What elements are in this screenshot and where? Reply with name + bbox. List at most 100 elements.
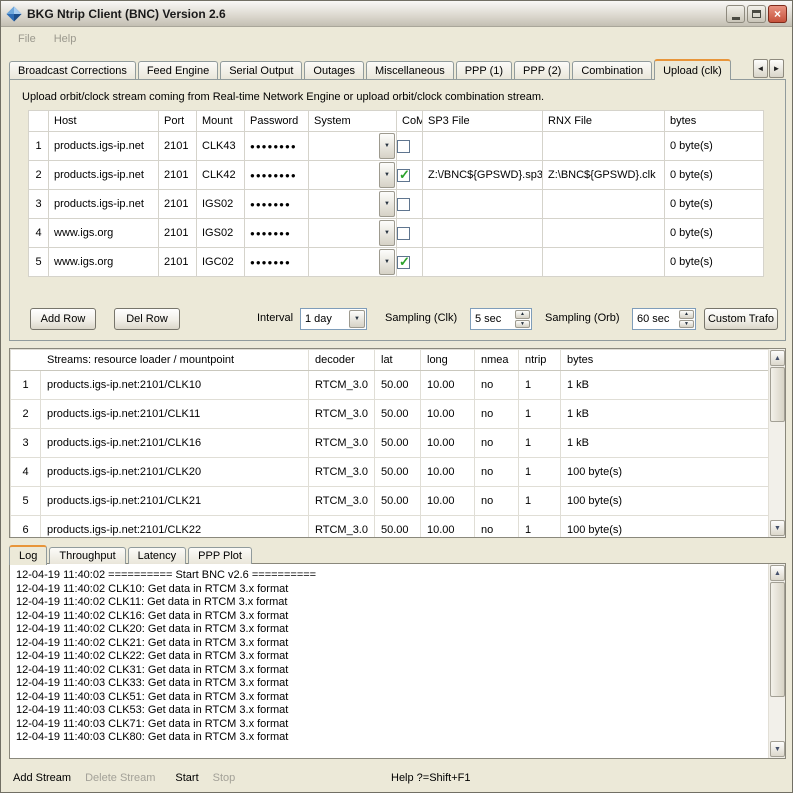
system-dropdown[interactable]: ▼: [309, 132, 396, 160]
com-checkbox[interactable]: [397, 198, 410, 211]
chevron-down-icon[interactable]: ▼: [379, 249, 395, 275]
tab-ppp-2[interactable]: PPP (2): [514, 61, 570, 79]
rnx-cell[interactable]: [543, 132, 665, 161]
stream-row[interactable]: 5 products.igs-ip.net:2101/CLK21 RTCM_3.…: [11, 487, 769, 516]
table-row[interactable]: 2 products.igs-ip.net 2101 CLK42 ●●●●●●●…: [29, 161, 764, 190]
table-row[interactable]: 4 www.igs.org 2101 IGS02 ●●●●●●● ▼ 0 byt…: [29, 219, 764, 248]
sampling-orb-value[interactable]: 60 sec: [633, 309, 678, 329]
host-cell[interactable]: products.igs-ip.net: [49, 161, 159, 190]
tab-miscellaneous[interactable]: Miscellaneous: [366, 61, 454, 79]
table-row[interactable]: 3 products.igs-ip.net 2101 IGS02 ●●●●●●●…: [29, 190, 764, 219]
tab-latency[interactable]: Latency: [128, 547, 187, 564]
password-cell[interactable]: ●●●●●●●: [245, 219, 309, 248]
system-dropdown[interactable]: ▼: [309, 161, 396, 189]
spin-up-icon[interactable]: ▲: [515, 310, 530, 319]
stream-row[interactable]: 6 products.igs-ip.net:2101/CLK22 RTCM_3.…: [11, 516, 769, 539]
sp3-cell[interactable]: Z:\/BNC${GPSWD}.sp3: [423, 161, 543, 190]
table-row[interactable]: 5 www.igs.org 2101 IGC02 ●●●●●●● ▼ 0 byt…: [29, 248, 764, 277]
mount-cell[interactable]: IGS02: [197, 219, 245, 248]
log-vertical-scrollbar[interactable]: ▲ ▼: [768, 564, 785, 758]
host-cell[interactable]: products.igs-ip.net: [49, 190, 159, 219]
scroll-thumb[interactable]: [770, 367, 785, 422]
tab-scroll-right-icon[interactable]: ►: [769, 59, 784, 78]
com-checkbox[interactable]: [397, 140, 410, 153]
password-cell[interactable]: ●●●●●●●: [245, 248, 309, 277]
tab-serial-output[interactable]: Serial Output: [220, 61, 302, 79]
com-checkbox[interactable]: [397, 256, 410, 269]
rnx-cell[interactable]: [543, 219, 665, 248]
system-dropdown[interactable]: ▼: [309, 219, 396, 247]
port-cell[interactable]: 2101: [159, 132, 197, 161]
tab-outages[interactable]: Outages: [304, 61, 364, 79]
com-checkbox[interactable]: [397, 227, 410, 240]
menu-help[interactable]: Help: [45, 31, 86, 47]
mount-cell[interactable]: IGC02: [197, 248, 245, 277]
chevron-down-icon[interactable]: ▼: [379, 191, 395, 217]
spin-down-icon[interactable]: ▼: [679, 320, 694, 329]
stream-row[interactable]: 2 products.igs-ip.net:2101/CLK11 RTCM_3.…: [11, 400, 769, 429]
tab-feed-engine[interactable]: Feed Engine: [138, 61, 218, 79]
tab-log[interactable]: Log: [9, 545, 47, 565]
sp3-cell[interactable]: [423, 132, 543, 161]
titlebar[interactable]: BKG Ntrip Client (BNC) Version 2.6 ×: [1, 1, 792, 27]
tab-broadcast-corrections[interactable]: Broadcast Corrections: [9, 61, 136, 79]
rnx-cell[interactable]: [543, 248, 665, 277]
scroll-up-icon[interactable]: ▲: [770, 350, 785, 366]
rnx-cell[interactable]: Z:\BNC${GPSWD}.clk: [543, 161, 665, 190]
minimize-button[interactable]: [726, 5, 745, 23]
stop-action[interactable]: Stop: [213, 772, 236, 784]
sampling-clk-value[interactable]: 5 sec: [471, 309, 514, 329]
host-cell[interactable]: www.igs.org: [49, 248, 159, 277]
chevron-down-icon[interactable]: ▼: [349, 310, 365, 328]
password-cell[interactable]: ●●●●●●●●: [245, 132, 309, 161]
stream-row[interactable]: 1 products.igs-ip.net:2101/CLK10 RTCM_3.…: [11, 371, 769, 400]
tab-throughput[interactable]: Throughput: [49, 547, 125, 564]
add-stream-action[interactable]: Add Stream: [13, 772, 71, 784]
tab-combination[interactable]: Combination: [572, 61, 652, 79]
custom-trafo-button[interactable]: Custom Trafo: [704, 308, 778, 330]
sp3-cell[interactable]: [423, 248, 543, 277]
tab-upload-clk[interactable]: Upload (clk): [654, 59, 731, 80]
close-button[interactable]: ×: [768, 5, 787, 23]
sampling-orb-spinner[interactable]: 60 sec ▲ ▼: [632, 308, 696, 330]
sp3-cell[interactable]: [423, 190, 543, 219]
del-row-button[interactable]: Del Row: [114, 308, 180, 330]
menu-file[interactable]: File: [9, 31, 45, 47]
chevron-down-icon[interactable]: ▼: [379, 162, 395, 188]
spin-up-icon[interactable]: ▲: [679, 310, 694, 319]
port-cell[interactable]: 2101: [159, 248, 197, 277]
mount-cell[interactable]: CLK42: [197, 161, 245, 190]
chevron-down-icon[interactable]: ▼: [379, 220, 395, 246]
port-cell[interactable]: 2101: [159, 161, 197, 190]
stream-row[interactable]: 3 products.igs-ip.net:2101/CLK16 RTCM_3.…: [11, 429, 769, 458]
sp3-cell[interactable]: [423, 219, 543, 248]
tab-ppp-plot[interactable]: PPP Plot: [188, 547, 252, 564]
host-cell[interactable]: products.igs-ip.net: [49, 132, 159, 161]
maximize-button[interactable]: [747, 5, 766, 23]
scroll-thumb[interactable]: [770, 582, 785, 697]
scroll-up-icon[interactable]: ▲: [770, 565, 785, 581]
add-row-button[interactable]: Add Row: [30, 308, 96, 330]
com-checkbox[interactable]: [397, 169, 410, 182]
rnx-cell[interactable]: [543, 190, 665, 219]
password-cell[interactable]: ●●●●●●●: [245, 190, 309, 219]
mount-cell[interactable]: IGS02: [197, 190, 245, 219]
interval-dropdown[interactable]: 1 day ▼: [300, 308, 367, 330]
stream-row[interactable]: 4 products.igs-ip.net:2101/CLK20 RTCM_3.…: [11, 458, 769, 487]
port-cell[interactable]: 2101: [159, 219, 197, 248]
system-dropdown[interactable]: ▼: [309, 248, 396, 276]
streams-vertical-scrollbar[interactable]: ▲ ▼: [768, 349, 785, 537]
system-dropdown[interactable]: ▼: [309, 190, 396, 218]
host-cell[interactable]: www.igs.org: [49, 219, 159, 248]
password-cell[interactable]: ●●●●●●●●: [245, 161, 309, 190]
tab-scroll-left-icon[interactable]: ◄: [753, 59, 768, 78]
scroll-down-icon[interactable]: ▼: [770, 520, 785, 536]
scroll-down-icon[interactable]: ▼: [770, 741, 785, 757]
chevron-down-icon[interactable]: ▼: [379, 133, 395, 159]
sampling-clk-spinner[interactable]: 5 sec ▲ ▼: [470, 308, 532, 330]
tab-ppp-1[interactable]: PPP (1): [456, 61, 512, 79]
port-cell[interactable]: 2101: [159, 190, 197, 219]
delete-stream-action[interactable]: Delete Stream: [85, 772, 155, 784]
start-action[interactable]: Start: [175, 772, 198, 784]
mount-cell[interactable]: CLK43: [197, 132, 245, 161]
